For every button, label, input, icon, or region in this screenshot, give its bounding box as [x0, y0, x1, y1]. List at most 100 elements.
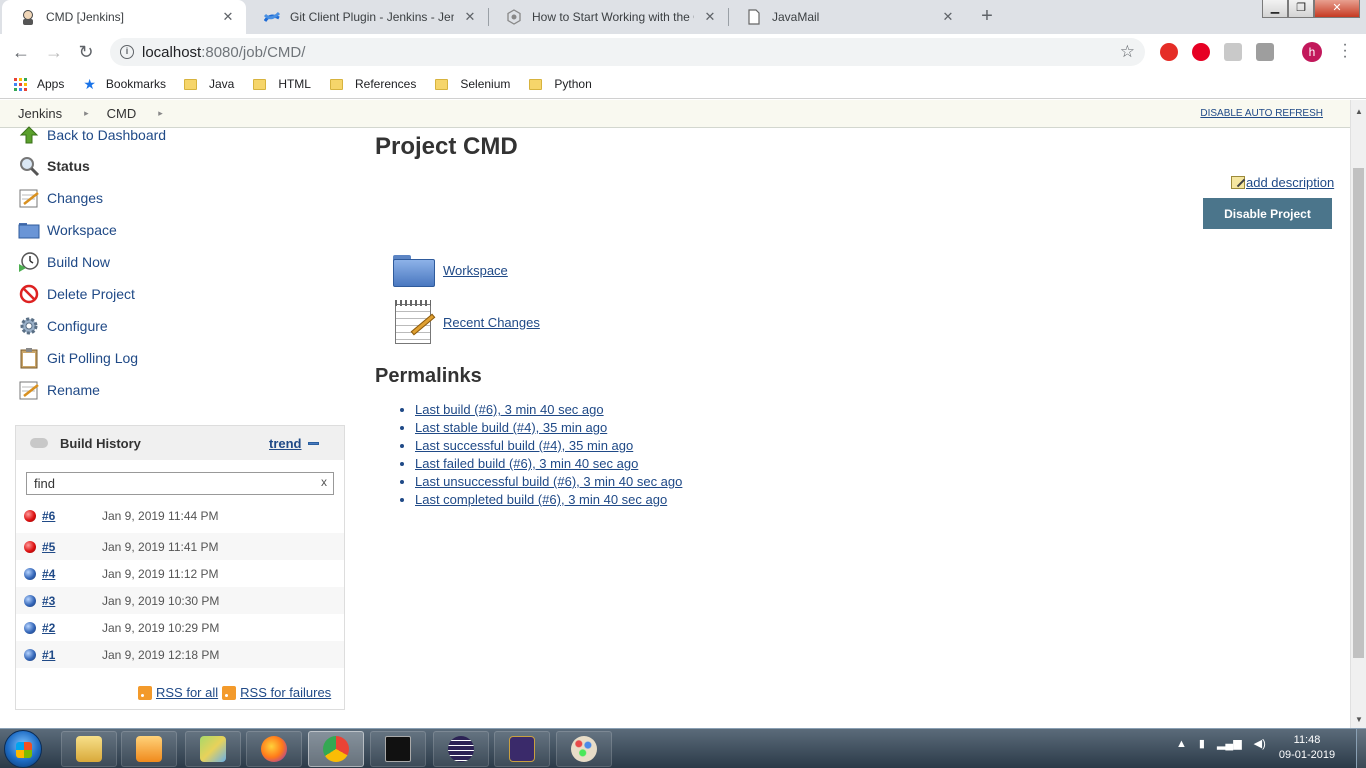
build-number-link[interactable]: #6	[42, 509, 102, 523]
trend-link[interactable]: trend	[269, 436, 302, 451]
cube-extension-icon[interactable]	[1224, 43, 1242, 61]
build-number-link[interactable]: #2	[42, 621, 102, 635]
show-hidden-icons-icon[interactable]: ▲	[1176, 738, 1187, 750]
failed-status-icon[interactable]	[24, 540, 36, 553]
task-back-to-dashboard[interactable]: Back to Dashboard	[17, 124, 166, 146]
bookmark-apps[interactable]: Apps	[14, 77, 64, 91]
scroll-up-icon[interactable]: ▲	[1351, 104, 1366, 120]
opera-extension-icon[interactable]	[1160, 43, 1178, 61]
success-status-icon[interactable]	[24, 567, 36, 580]
minimize-button[interactable]: ▁	[1262, 0, 1288, 18]
folder-icon[interactable]	[393, 253, 435, 287]
bookmark-bookmarks[interactable]: ★ Bookmarks	[83, 76, 166, 93]
success-status-icon[interactable]	[24, 621, 36, 634]
disable-project-button[interactable]: Disable Project	[1203, 198, 1332, 229]
back-arrow-icon[interactable]: ←	[10, 41, 32, 63]
task-rename[interactable]: Rename	[17, 379, 100, 401]
taskbar-folders[interactable]	[185, 731, 241, 767]
task-configure[interactable]: Configure	[17, 315, 108, 337]
add-description-link[interactable]: add description	[1246, 175, 1334, 190]
rss-links: RSS for all RSS for failures	[134, 685, 331, 700]
address-bar[interactable]: i localhost :8080/job/CMD/ ☆	[110, 38, 1145, 66]
task-git-polling-log[interactable]: Git Polling Log	[17, 347, 138, 369]
bookmark-folder-java[interactable]: Java	[183, 77, 234, 91]
battery-icon[interactable]: ▮	[1199, 737, 1205, 750]
taskbar-chrome[interactable]	[308, 731, 364, 767]
task-workspace[interactable]: Workspace	[17, 219, 117, 241]
reload-icon[interactable]: ↻	[75, 41, 97, 63]
bookmark-folder-python[interactable]: Python	[529, 77, 592, 91]
bookmark-folder-html[interactable]: HTML	[253, 77, 311, 91]
build-number-link[interactable]: #3	[42, 594, 102, 608]
list-item: Last unsuccessful build (#6), 3 min 40 s…	[415, 473, 682, 491]
close-icon[interactable]: ✕	[702, 9, 718, 25]
task-changes[interactable]: Changes	[17, 187, 103, 209]
file-explorer-icon	[76, 736, 102, 762]
scroll-down-icon[interactable]: ▼	[1351, 712, 1366, 728]
breadcrumb-cmd[interactable]: CMD	[89, 106, 137, 121]
profile-avatar[interactable]: h	[1302, 42, 1322, 62]
taskbar-explorer[interactable]	[61, 731, 117, 767]
task-build-now[interactable]: Build Now	[17, 251, 110, 273]
info-icon[interactable]: i	[120, 45, 134, 59]
permalink-last-successful-build[interactable]: Last successful build (#4), 35 min ago	[415, 438, 633, 453]
show-desktop-button[interactable]	[1356, 729, 1366, 768]
permalink-last-stable-build[interactable]: Last stable build (#4), 35 min ago	[415, 420, 607, 435]
tab-jenkins-cmd[interactable]: CMD [Jenkins] ✕	[2, 0, 246, 34]
chevron-right-icon[interactable]: ▸	[158, 108, 163, 119]
disable-auto-refresh-link[interactable]: DISABLE AUTO REFRESH	[1200, 108, 1323, 119]
task-status[interactable]: Status	[17, 155, 90, 177]
taskbar-cmd[interactable]	[370, 731, 426, 767]
recent-changes-link[interactable]: Recent Changes	[443, 315, 540, 330]
tab-how-to-start-git[interactable]: How to Start Working with the Git ✕	[488, 0, 728, 34]
taskbar-paint[interactable]	[556, 731, 612, 767]
grid-extension-icon[interactable]	[1256, 43, 1274, 61]
new-tab-button[interactable]: +	[976, 6, 998, 28]
permalink-last-build[interactable]: Last build (#6), 3 min 40 sec ago	[415, 402, 604, 417]
taskbar-java-ee-ide[interactable]	[494, 731, 550, 767]
build-number-link[interactable]: #5	[42, 540, 102, 554]
breadcrumb-jenkins[interactable]: Jenkins	[0, 106, 62, 121]
build-search-input[interactable]	[26, 472, 334, 495]
forward-arrow-icon[interactable]: →	[43, 41, 65, 63]
permalink-last-completed-build[interactable]: Last completed build (#6), 3 min 40 sec …	[415, 492, 667, 507]
permalink-last-unsuccessful-build[interactable]: Last unsuccessful build (#6), 3 min 40 s…	[415, 474, 682, 489]
close-icon[interactable]: ✕	[940, 9, 956, 25]
build-number-link[interactable]: #4	[42, 567, 102, 581]
bookmark-star-icon[interactable]: ☆	[1120, 42, 1135, 62]
volume-icon[interactable]: ◀)	[1254, 737, 1266, 750]
taskbar-firefox[interactable]	[246, 731, 302, 767]
bookmark-folder-references[interactable]: References	[329, 77, 416, 91]
scroll-thumb[interactable]	[1353, 168, 1364, 658]
add-description[interactable]: add description	[1231, 175, 1334, 190]
rss-failures-link[interactable]: RSS for failures	[240, 685, 331, 700]
success-status-icon[interactable]	[24, 648, 36, 661]
success-status-icon[interactable]	[24, 594, 36, 607]
tab-git-client-plugin[interactable]: Git Client Plugin - Jenkins - Jenkins ✕	[246, 0, 488, 34]
page-scrollbar[interactable]: ▲ ▼	[1350, 100, 1366, 728]
collapse-icon[interactable]	[308, 442, 319, 445]
task-delete-project[interactable]: Delete Project	[17, 283, 135, 305]
close-icon[interactable]: ✕	[220, 9, 236, 25]
taskbar-clock[interactable]: 11:48 09-01-2019	[1272, 733, 1342, 763]
notepad-icon[interactable]	[393, 300, 436, 344]
edit-note-icon	[1231, 176, 1245, 189]
close-icon[interactable]: ✕	[462, 9, 478, 25]
failed-status-icon[interactable]	[24, 509, 36, 522]
rss-all-link[interactable]: RSS for all	[156, 685, 218, 700]
start-button[interactable]	[4, 730, 42, 768]
pinterest-extension-icon[interactable]	[1192, 43, 1210, 61]
build-number-link[interactable]: #1	[42, 648, 102, 662]
bookmark-folder-selenium[interactable]: Selenium	[435, 77, 510, 91]
workspace-link[interactable]: Workspace	[443, 263, 508, 278]
tab-javamail[interactable]: JavaMail ✕	[728, 0, 966, 34]
browser-menu-icon[interactable]: · · ·	[1338, 37, 1352, 65]
network-signal-icon[interactable]: ▂▄▆	[1217, 737, 1242, 750]
taskbar-eclipse[interactable]	[433, 731, 489, 767]
magnifier-icon	[17, 155, 41, 177]
maximize-button[interactable]: ❐	[1288, 0, 1314, 18]
taskbar-media-player[interactable]	[121, 731, 177, 767]
window-close-button[interactable]: ✕	[1314, 0, 1360, 18]
permalink-last-failed-build[interactable]: Last failed build (#6), 3 min 40 sec ago	[415, 456, 638, 471]
clear-search-button[interactable]: x	[321, 475, 327, 489]
